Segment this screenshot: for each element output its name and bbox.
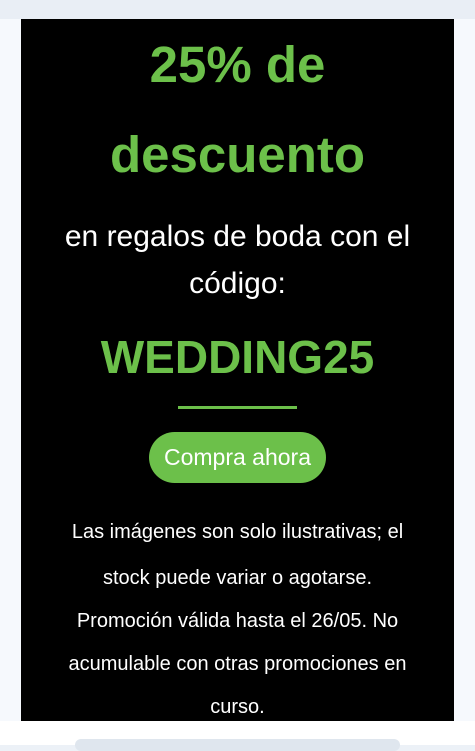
promo-subline-line2: código:	[189, 267, 286, 300]
disclaimer-line: stock puede variar o agotarse.	[102, 567, 373, 589]
shop-now-button[interactable]: Compra ahora	[149, 432, 326, 483]
divider	[178, 406, 297, 409]
promo-subline-line1: en regalos de boda con el	[64, 220, 411, 253]
right-margin	[454, 19, 475, 721]
disclaimer-line: Las imágenes son solo ilustrativas; el	[71, 521, 404, 543]
left-margin	[0, 19, 21, 721]
disclaimer-line: Promoción válida hasta el 26/05. No	[76, 610, 399, 632]
promo-banner: 25% de descuento en regalos de boda con …	[21, 19, 454, 721]
bottom-bar-pill	[75, 739, 400, 751]
disclaimer-line: acumulable con otras promociones en	[68, 653, 407, 675]
promo-code: WEDDING25	[100, 331, 375, 383]
discount-headline-line1: 25% de	[149, 36, 326, 93]
discount-headline-line2: descuento	[109, 126, 366, 183]
disclaimer-line: curso.	[210, 696, 265, 718]
top-strip	[0, 0, 475, 19]
